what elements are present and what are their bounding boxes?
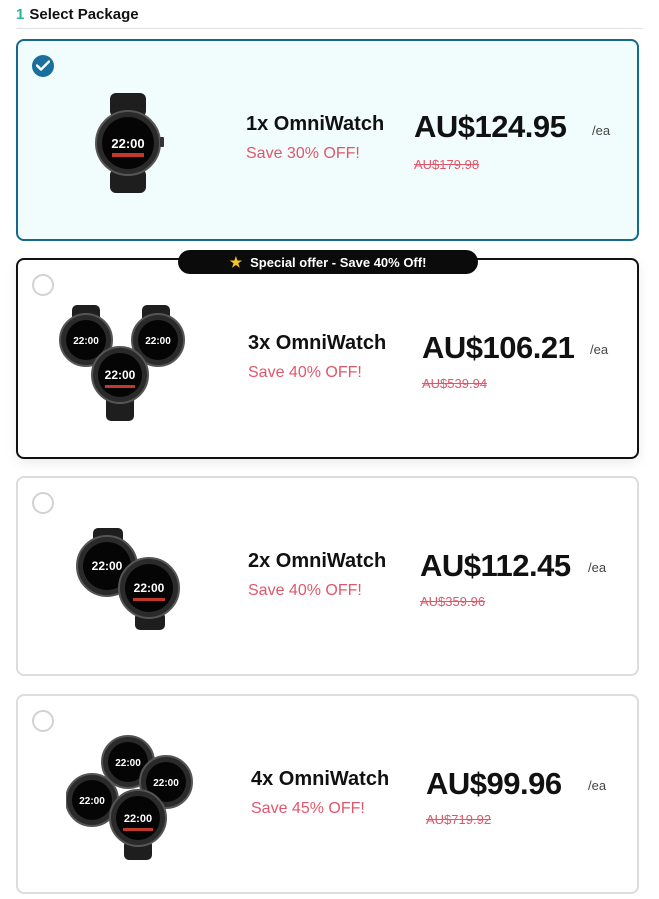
divider [16, 28, 643, 29]
svg-text:22:00: 22:00 [105, 368, 136, 382]
package-save: Save 45% OFF! [251, 800, 365, 817]
svg-text:22:00: 22:00 [111, 136, 144, 151]
package-title: 4x OmniWatch [251, 768, 390, 790]
step-header: 1 Select Package [16, 2, 139, 26]
original-price: AU$359.96 [420, 594, 486, 609]
product-image: 22:00 [88, 93, 168, 193]
package-price: AU$99.96 [426, 766, 562, 801]
svg-text:22:00: 22:00 [153, 778, 179, 789]
special-offer-text: Special offer - Save 40% Off! [250, 254, 427, 270]
package-card-3x[interactable]: 22:00 22:00 22:00 3x OmniWatch Save 40% … [16, 258, 639, 459]
svg-text:22:00: 22:00 [79, 796, 105, 807]
radio-button[interactable] [32, 274, 54, 296]
price-unit: /ea [590, 342, 609, 357]
package-save: Save 40% OFF! [248, 364, 362, 381]
radio-button[interactable] [32, 710, 54, 732]
package-card-4x[interactable]: 22:00 22:00 22:00 22:00 4x OmniWatch Sav… [16, 694, 639, 894]
package-price: AU$112.45 [420, 548, 571, 583]
svg-text:22:00: 22:00 [73, 336, 99, 347]
price-unit: /ea [592, 123, 611, 138]
step-number: 1 [16, 5, 25, 23]
package-price: AU$106.21 [422, 330, 575, 365]
original-price: AU$539.94 [422, 376, 488, 391]
svg-text:22:00: 22:00 [124, 813, 152, 825]
product-image: 22:00 22:00 [73, 526, 188, 630]
package-title: 3x OmniWatch [248, 332, 387, 354]
svg-text:22:00: 22:00 [92, 559, 123, 573]
price-unit: /ea [588, 778, 607, 793]
package-card-2x[interactable]: 22:00 22:00 2x OmniWatch Save 40% OFF! A… [16, 476, 639, 676]
selected-check-icon[interactable] [32, 55, 54, 77]
original-price: AU$179.98 [414, 157, 480, 172]
price-unit: /ea [588, 560, 607, 575]
package-save: Save 30% OFF! [246, 145, 360, 162]
watch-icon: 22:00 [95, 93, 164, 193]
package-price: AU$124.95 [414, 109, 567, 144]
step-title: Select Package [29, 5, 139, 23]
package-card-1x[interactable]: 22:00 1x OmniWatch Save 30% OFF! AU$124.… [16, 39, 639, 241]
special-offer-badge: ★ Special offer - Save 40% Off! [178, 250, 478, 274]
original-price: AU$719.92 [426, 812, 492, 827]
svg-text:22:00: 22:00 [145, 336, 171, 347]
star-icon: ★ [229, 253, 243, 270]
package-title: 1x OmniWatch [246, 113, 385, 135]
svg-text:22:00: 22:00 [115, 758, 141, 769]
product-image: 22:00 22:00 22:00 22:00 [65, 732, 196, 860]
product-image: 22:00 22:00 22:00 [58, 295, 203, 425]
radio-button[interactable] [32, 492, 54, 514]
package-save: Save 40% OFF! [248, 582, 362, 599]
package-title: 2x OmniWatch [248, 550, 387, 572]
svg-text:22:00: 22:00 [134, 581, 165, 595]
